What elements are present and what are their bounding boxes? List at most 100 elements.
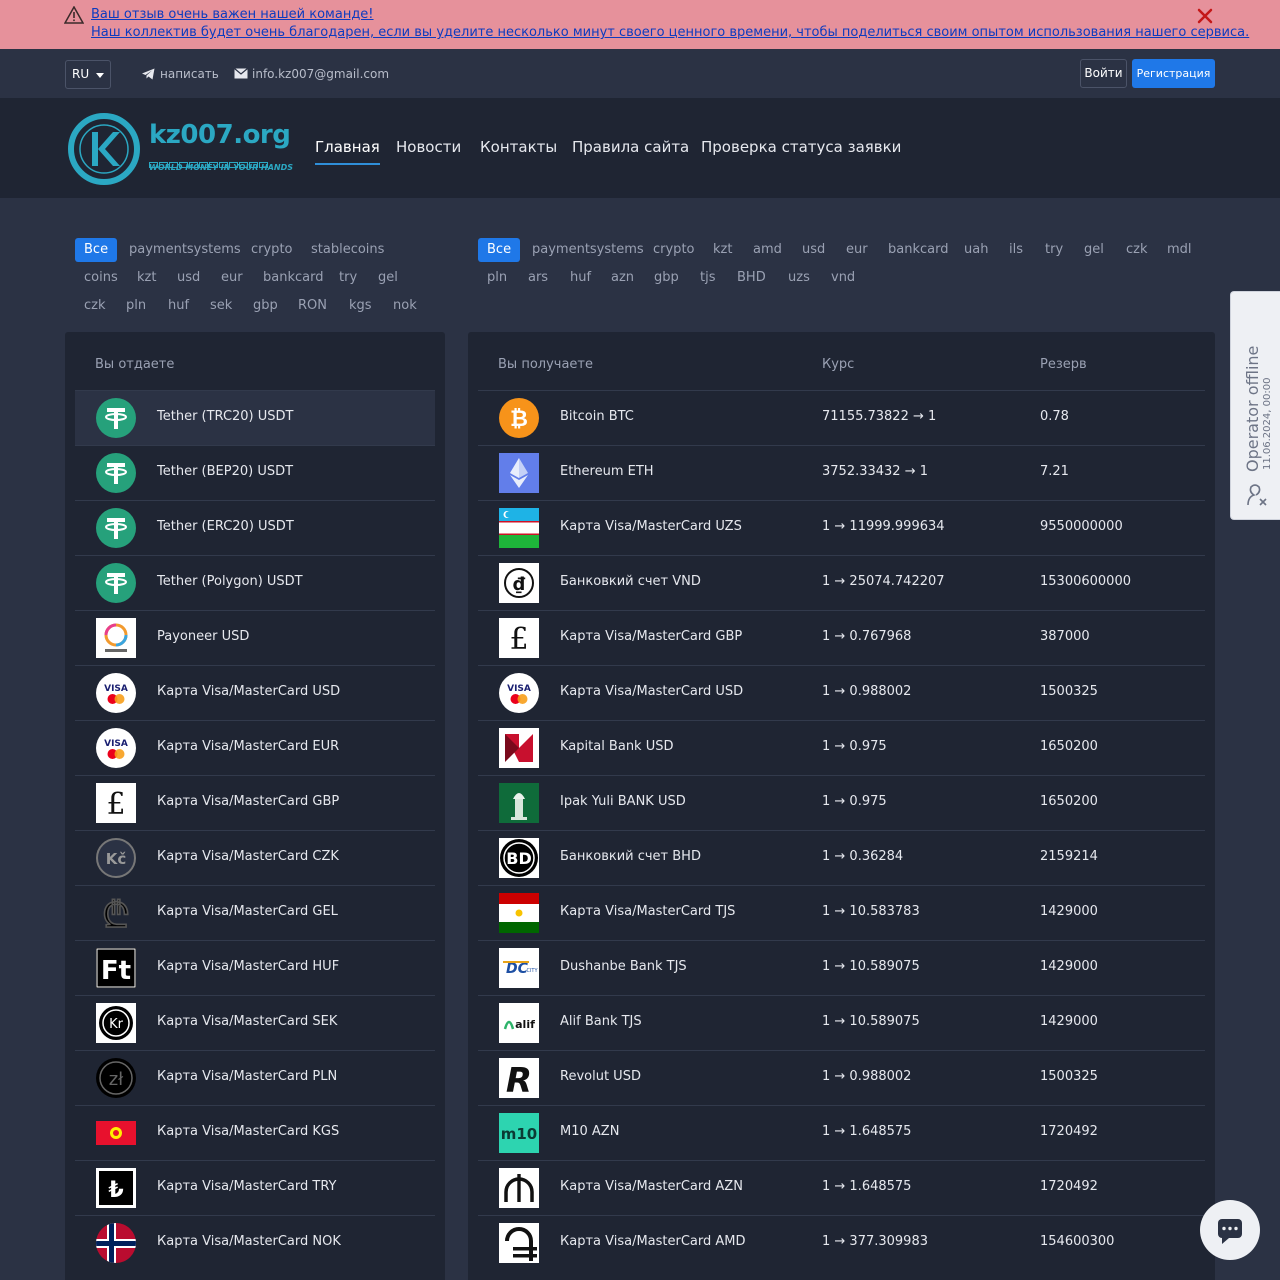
receive-row-alif[interactable]: alif Alif Bank TJS 1 → 10.589075 1429000 xyxy=(478,995,1205,1050)
filter-right-uah[interactable]: uah xyxy=(964,238,988,262)
register-button[interactable]: Регистрация xyxy=(1132,59,1215,88)
filter-left-all[interactable]: Все xyxy=(75,238,118,262)
receive-row-card-azn[interactable]: Карта Visa/MasterCard AZN 1 → 1.648575 1… xyxy=(478,1160,1205,1215)
svg-text:£: £ xyxy=(106,787,125,822)
filter-right-all[interactable]: Все xyxy=(478,238,521,262)
warning-icon xyxy=(64,6,84,24)
give-item-usdt-trc20[interactable]: Tether (TRC20) USDT xyxy=(75,390,435,445)
filter-left-ron[interactable]: RON xyxy=(298,294,327,318)
receive-row-rate: 1 → 0.975 xyxy=(822,794,887,809)
receive-row-reserve: 15300600000 xyxy=(1040,574,1131,589)
filter-left-gbp[interactable]: gbp xyxy=(253,294,278,318)
filter-right-ils[interactable]: ils xyxy=(1009,238,1023,262)
nav-home[interactable]: Главная xyxy=(315,138,380,165)
filter-right-tjs[interactable]: tjs xyxy=(700,266,715,290)
filter-right-vnd[interactable]: vnd xyxy=(831,266,855,290)
receive-row-dushanbe[interactable]: DC CITY Dushanbe Bank TJS 1 → 10.589075 1… xyxy=(478,940,1205,995)
filter-left-sek[interactable]: sek xyxy=(210,294,232,318)
alert-text-link[interactable]: Наш коллектив будет очень благодарен, ес… xyxy=(91,25,1249,40)
filter-right-azn[interactable]: azn xyxy=(611,266,634,290)
logo-mark-icon[interactable] xyxy=(67,112,141,186)
filter-left-stablecoins[interactable]: stablecoins xyxy=(311,238,384,262)
filter-left-kzt[interactable]: kzt xyxy=(137,266,156,290)
receive-row-name: Карта Visa/MasterCard UZS xyxy=(560,519,742,534)
filter-left-coins[interactable]: coins xyxy=(84,266,118,290)
nav-contacts[interactable]: Контакты xyxy=(480,138,557,156)
nav-check-status[interactable]: Проверка статуса заявки xyxy=(701,138,901,156)
filter-left-czk[interactable]: czk xyxy=(84,294,106,318)
filter-right-mdl[interactable]: mdl xyxy=(1167,238,1192,262)
filter-right-ars[interactable]: ars xyxy=(528,266,548,290)
filter-right-uzs[interactable]: uzs xyxy=(788,266,810,290)
receive-row-kapital[interactable]: Kapital Bank USD 1 → 0.975 1650200 xyxy=(478,720,1205,775)
receive-row-bhd[interactable]: BD Банковкий счет BHD 1 → 0.36284 215921… xyxy=(478,830,1205,885)
filter-left-bankcard[interactable]: bankcard xyxy=(263,266,323,290)
receive-row-card-amd[interactable]: Карта Visa/MasterCard AMD 1 → 377.309983… xyxy=(478,1215,1205,1270)
login-button[interactable]: Войти xyxy=(1080,59,1127,88)
filter-right-paymentsystems[interactable]: paymentsystems xyxy=(532,238,644,262)
give-item-card-czk[interactable]: Kč Карта Visa/MasterCard CZK xyxy=(75,830,435,885)
chat-button[interactable] xyxy=(1200,1200,1260,1260)
filter-left-kgs[interactable]: kgs xyxy=(349,294,372,318)
filter-left-paymentsystems[interactable]: paymentsystems xyxy=(129,238,241,262)
filter-right-amd[interactable]: amd xyxy=(753,238,782,262)
give-item-usdt-erc20[interactable]: Tether (ERC20) USDT xyxy=(75,500,435,555)
write-link[interactable]: написать xyxy=(142,67,219,81)
give-item-card-kgs[interactable]: Карта Visa/MasterCard KGS xyxy=(75,1105,435,1160)
filter-left-nok[interactable]: nok xyxy=(393,294,417,318)
receive-row-m10[interactable]: m10 M10 AZN 1 → 1.648575 1720492 xyxy=(478,1105,1205,1160)
filter-right-kzt[interactable]: kzt xyxy=(713,238,732,262)
receive-row-card-uzs[interactable]: Карта Visa/MasterCard UZS 1 → 11999.9996… xyxy=(478,500,1205,555)
receive-row-vnd[interactable]: ₫ Банковкий счет VND 1 → 25074.742207 15… xyxy=(478,555,1205,610)
filter-left-try[interactable]: try xyxy=(339,266,357,290)
filter-left-usd[interactable]: usd xyxy=(177,266,200,290)
filter-right-pln[interactable]: pln xyxy=(487,266,507,290)
filter-right-huf[interactable]: huf xyxy=(570,266,591,290)
filter-right-bankcard[interactable]: bankcard xyxy=(888,238,948,262)
email-link[interactable]: info.kz007@gmail.com xyxy=(234,67,389,81)
language-select[interactable]: RU xyxy=(65,60,111,89)
receive-row-card-tjs[interactable]: Карта Visa/MasterCard TJS 1 → 10.583783 … xyxy=(478,885,1205,940)
give-item-card-sek[interactable]: Kr Карта Visa/MasterCard SEK xyxy=(75,995,435,1050)
filter-right-crypto[interactable]: crypto xyxy=(653,238,695,262)
filter-right-gel[interactable]: gel xyxy=(1084,238,1104,262)
give-item-usdt-bep20[interactable]: Tether (BEP20) USDT xyxy=(75,445,435,500)
receive-row-name: Банковкий счет VND xyxy=(560,574,701,589)
give-item-card-eur[interactable]: VISA Карта Visa/MasterCard EUR xyxy=(75,720,435,775)
receive-row-btc[interactable]: ₿ Bitcoin BTC 71155.73822 → 1 0.78 xyxy=(478,390,1205,445)
filter-right-gbp[interactable]: gbp xyxy=(654,266,679,290)
lira-icon: ₺ xyxy=(96,1168,136,1208)
operator-tab[interactable]: Operator offline 11.06.2024, 00:00 xyxy=(1230,291,1280,520)
nav-rules[interactable]: Правила сайта xyxy=(572,138,689,156)
filter-right-czk[interactable]: czk xyxy=(1126,238,1148,262)
receive-row-card-gbp[interactable]: £ Карта Visa/MasterCard GBP 1 → 0.767968… xyxy=(478,610,1205,665)
close-icon[interactable] xyxy=(1195,6,1215,26)
give-item-card-gbp[interactable]: £ Карта Visa/MasterCard GBP xyxy=(75,775,435,830)
filter-right-try[interactable]: try xyxy=(1045,238,1063,262)
give-item-card-try[interactable]: ₺ Карта Visa/MasterCard TRY xyxy=(75,1160,435,1215)
give-item-card-usd[interactable]: VISA Карта Visa/MasterCard USD xyxy=(75,665,435,720)
filter-right-bhd[interactable]: BHD xyxy=(737,266,766,290)
filter-right-usd[interactable]: usd xyxy=(802,238,825,262)
give-item-card-huf[interactable]: Ft Карта Visa/MasterCard HUF xyxy=(75,940,435,995)
filter-left-crypto[interactable]: crypto xyxy=(251,238,293,262)
alert-title-link[interactable]: Ваш отзыв очень важен нашей команде! xyxy=(91,7,374,22)
give-item-usdt-polygon[interactable]: Tether (Polygon) USDT xyxy=(75,555,435,610)
receive-row-ipak-yuli[interactable]: Ipak Yuli BANK USD 1 → 0.975 1650200 xyxy=(478,775,1205,830)
filter-left-huf[interactable]: huf xyxy=(168,294,189,318)
filter-left-pln[interactable]: pln xyxy=(126,294,146,318)
filter-right-eur[interactable]: eur xyxy=(846,238,868,262)
give-item-card-nok[interactable]: Карта Visa/MasterCard NOK xyxy=(75,1215,435,1270)
receive-row-card-usd[interactable]: VISA Карта Visa/MasterCard USD 1 → 0.988… xyxy=(478,665,1205,720)
give-item-card-pln[interactable]: zł Карта Visa/MasterCard PLN xyxy=(75,1050,435,1105)
give-item-card-gel[interactable]: ₾ Карта Visa/MasterCard GEL xyxy=(75,885,435,940)
nav-news[interactable]: Новости xyxy=(396,138,461,156)
receive-row-revolut[interactable]: R Revolut USD 1 → 0.988002 1500325 xyxy=(478,1050,1205,1105)
receive-row-eth[interactable]: Ethereum ETH 3752.33432 → 1 7.21 xyxy=(478,445,1205,500)
give-item-payoneer[interactable]: Payoneer USD xyxy=(75,610,435,665)
receive-row-rate: 3752.33432 → 1 xyxy=(822,464,928,479)
receive-header-name: Вы получаете xyxy=(498,357,593,372)
filter-left-gel[interactable]: gel xyxy=(378,266,398,290)
filter-left-eur[interactable]: eur xyxy=(221,266,243,290)
logo-text[interactable]: kz007.org xyxy=(149,120,291,150)
